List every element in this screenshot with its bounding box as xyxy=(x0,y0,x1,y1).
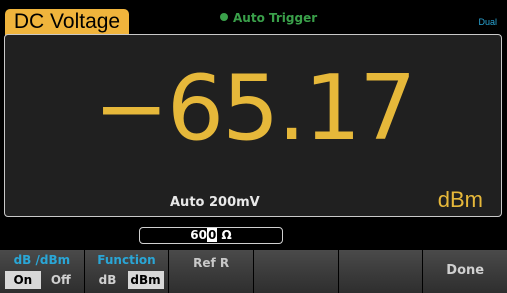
trigger-label: Auto Trigger xyxy=(233,11,318,25)
measurement-reading: −65.17 xyxy=(93,56,416,161)
option-db[interactable]: dB xyxy=(90,271,126,289)
softkey-bar: dB /dBm On Off Function dB dBm Ref R Don… xyxy=(0,250,507,293)
entry-value-suffix: Ω xyxy=(217,228,232,242)
done-label: Done xyxy=(446,263,485,278)
softkey-ref-r[interactable]: Ref R xyxy=(169,250,254,293)
unit-label: dBm xyxy=(437,187,483,212)
measurement-mode-tab[interactable]: DC Voltage xyxy=(5,9,129,35)
softkey-ref-r-title: Ref R xyxy=(193,256,230,270)
option-dbm[interactable]: dBm xyxy=(127,271,164,289)
softkey-function-title: Function xyxy=(97,253,156,267)
softkey-function[interactable]: Function dB dBm xyxy=(84,250,169,293)
entry-value-prefix: 60 xyxy=(190,228,207,242)
softkey-db-dbm[interactable]: dB /dBm On Off xyxy=(0,250,84,293)
range-label: Auto 200mV xyxy=(170,195,260,210)
softkey-db-dbm-title: dB /dBm xyxy=(13,253,71,267)
softkey-empty-1[interactable] xyxy=(254,250,338,293)
dual-indicator: Dual xyxy=(478,17,497,27)
trigger-status: Auto Trigger xyxy=(220,11,317,25)
trigger-indicator-icon xyxy=(220,13,228,21)
option-on[interactable]: On xyxy=(4,271,41,289)
entry-cursor: 0 xyxy=(206,228,218,242)
main-display: −65.17 Auto 200mV dBm xyxy=(4,34,502,217)
option-off[interactable]: Off xyxy=(43,271,79,289)
reference-resistance-input[interactable]: 600 Ω xyxy=(139,227,283,244)
softkey-empty-2[interactable] xyxy=(338,250,423,293)
top-bar: DC Voltage Auto Trigger Dual xyxy=(0,0,507,35)
softkey-done[interactable]: Done xyxy=(423,250,507,293)
